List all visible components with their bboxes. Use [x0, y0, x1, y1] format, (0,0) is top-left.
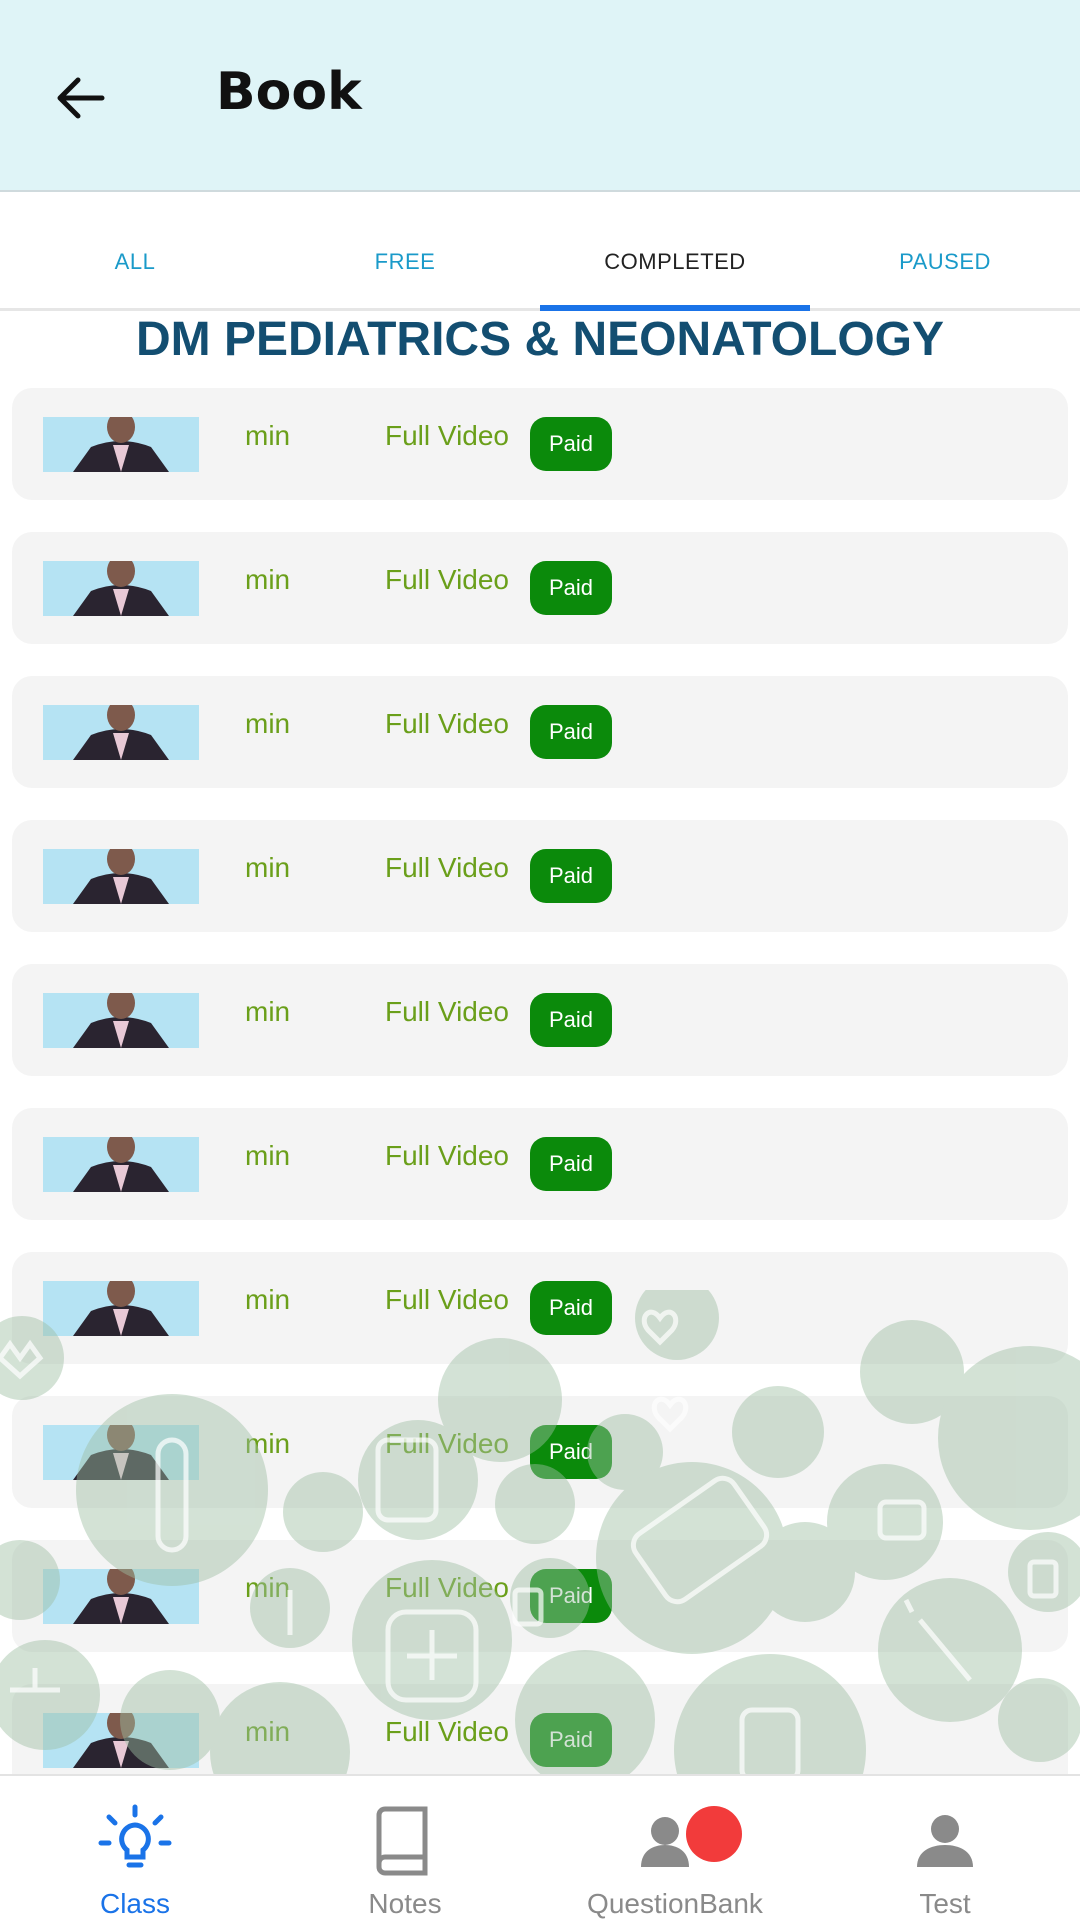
- video-thumbnail: [43, 1425, 199, 1480]
- video-type-label: Full Video: [385, 1428, 510, 1459]
- tab-label: COMPLETED: [604, 249, 746, 274]
- video-thumbnail: [43, 705, 199, 760]
- duration-label: min: [245, 1428, 291, 1459]
- list-item[interactable]: min Full Video Paid: [12, 964, 1068, 1076]
- nav-questionbank[interactable]: QuestionBank: [540, 1776, 810, 1922]
- tab-free[interactable]: FREE: [270, 192, 540, 308]
- list-item[interactable]: min Full Video Paid: [12, 676, 1068, 788]
- video-thumbnail: [43, 1569, 199, 1624]
- video-list[interactable]: min Full Video Paid min Full Video Paid min Ful…: [12, 388, 1068, 1774]
- duration-label: min: [245, 1284, 291, 1315]
- tab-paused[interactable]: PAUSED: [810, 192, 1080, 308]
- video-type-label: Full Video: [385, 1284, 510, 1315]
- duration-label: min: [245, 852, 291, 883]
- duration-label: min: [245, 708, 291, 739]
- list-item[interactable]: min Full Video Paid: [12, 1540, 1068, 1652]
- nav-label: Test: [919, 1888, 971, 1919]
- page-title: Book: [216, 62, 362, 122]
- video-thumbnail: [43, 561, 199, 616]
- video-type-label: Full Video: [385, 1716, 510, 1747]
- duration-label: min: [245, 564, 291, 595]
- duration-label: min: [245, 1572, 291, 1603]
- duration-label: min: [245, 996, 291, 1027]
- nav-class[interactable]: Class: [0, 1776, 270, 1922]
- person-icon: [917, 1815, 973, 1867]
- bottom-navigation: Class Notes QuestionBank Test: [0, 1774, 1080, 1922]
- paid-badge: Paid: [530, 1569, 612, 1623]
- list-item[interactable]: min Full Video Paid: [12, 1252, 1068, 1364]
- nav-label: Class: [99, 1888, 170, 1919]
- notification-dot: [686, 1806, 742, 1862]
- paid-badge: Paid: [530, 417, 612, 471]
- tab-label: FREE: [374, 249, 436, 274]
- duration-label: min: [245, 420, 291, 451]
- nav-label: Notes: [368, 1888, 442, 1919]
- paid-badge: Paid: [530, 1281, 612, 1335]
- nav-test[interactable]: Test: [810, 1776, 1080, 1922]
- tab-bar: ALL FREE COMPLETED PAUSED: [0, 192, 1080, 311]
- video-type-label: Full Video: [385, 996, 510, 1027]
- video-type-label: Full Video: [385, 1140, 510, 1171]
- tab-all[interactable]: ALL: [0, 192, 270, 308]
- paid-badge: Paid: [530, 1425, 612, 1479]
- list-item[interactable]: min Full Video Paid: [12, 1396, 1068, 1508]
- video-type-label: Full Video: [385, 852, 510, 883]
- paid-badge: Paid: [530, 1137, 612, 1191]
- paid-badge: Paid: [530, 1713, 612, 1767]
- video-type-label: Full Video: [385, 1572, 510, 1603]
- video-type-label: Full Video: [385, 708, 510, 739]
- tab-label: ALL: [114, 249, 156, 274]
- book-icon: [376, 1806, 428, 1876]
- duration-label: min: [245, 1140, 291, 1171]
- nav-notes[interactable]: Notes: [270, 1776, 540, 1922]
- video-thumbnail: [43, 1281, 199, 1336]
- list-item[interactable]: min Full Video Paid: [12, 820, 1068, 932]
- paid-badge: Paid: [530, 849, 612, 903]
- nav-label: QuestionBank: [587, 1888, 763, 1919]
- duration-label: min: [245, 1716, 291, 1747]
- video-thumbnail: [43, 1713, 199, 1768]
- video-type-label: Full Video: [385, 564, 510, 595]
- list-item[interactable]: min Full Video Paid: [12, 532, 1068, 644]
- lightbulb-icon: [98, 1804, 172, 1868]
- video-type-label: Full Video: [385, 420, 510, 451]
- paid-badge: Paid: [530, 705, 612, 759]
- paid-badge: Paid: [530, 993, 612, 1047]
- list-item[interactable]: min Full Video Paid: [12, 388, 1068, 500]
- list-item[interactable]: min Full Video Paid: [12, 1684, 1068, 1774]
- arrow-left-icon: [57, 77, 105, 119]
- video-thumbnail: [43, 993, 199, 1048]
- tab-indicator: [540, 305, 810, 311]
- video-thumbnail: [43, 1137, 199, 1192]
- back-button[interactable]: [40, 58, 120, 138]
- video-thumbnail: [43, 417, 199, 472]
- app-bar: Book: [0, 0, 1080, 192]
- section-title: DM PEDIATRICS & NEONATOLOGY: [135, 313, 945, 366]
- paid-badge: Paid: [530, 561, 612, 615]
- video-thumbnail: [43, 849, 199, 904]
- list-item[interactable]: min Full Video Paid: [12, 1108, 1068, 1220]
- tab-completed[interactable]: COMPLETED: [540, 192, 810, 311]
- tab-label: PAUSED: [899, 249, 991, 274]
